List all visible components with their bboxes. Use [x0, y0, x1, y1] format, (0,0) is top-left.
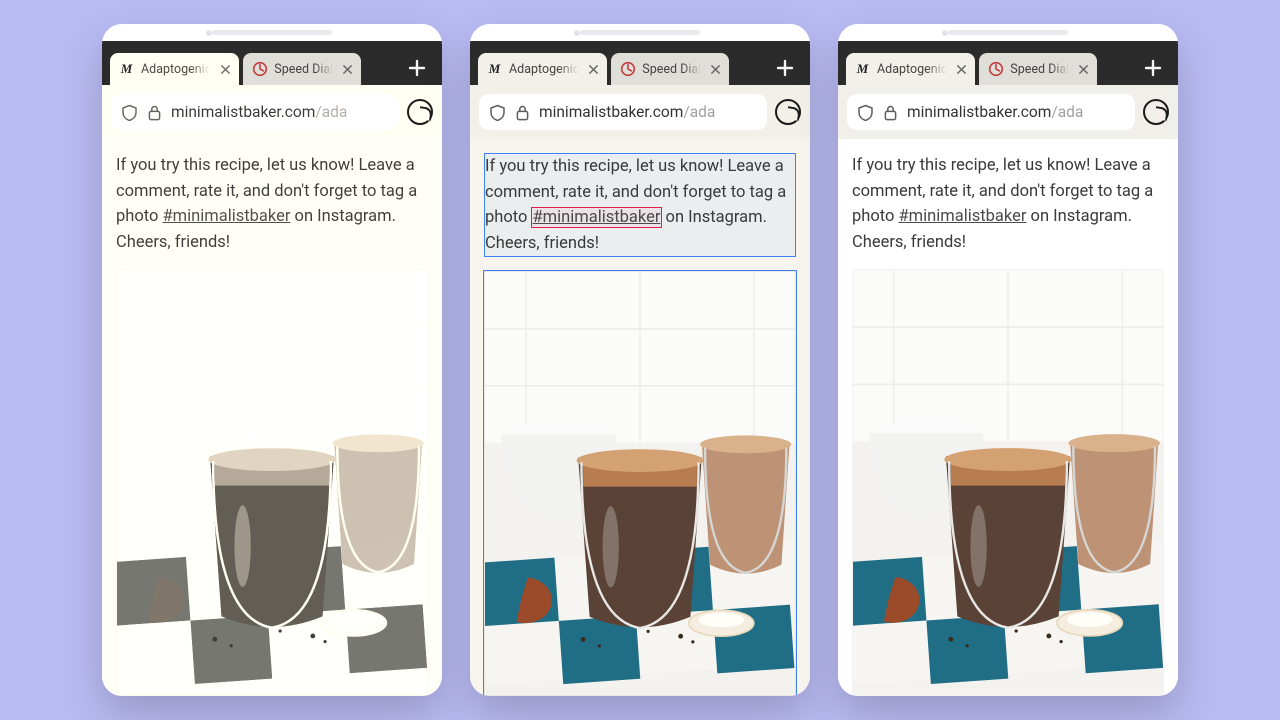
lock-icon: [514, 104, 531, 121]
article-hero-image: [484, 271, 796, 696]
url-path: /ada: [1051, 103, 1083, 121]
new-tab-button[interactable]: [400, 51, 434, 85]
hashtag-link[interactable]: #minimalistbaker: [163, 207, 291, 226]
url-text: minimalistbaker.com/ada: [907, 103, 1125, 121]
close-tab-button[interactable]: [585, 61, 601, 77]
tab-speed-dial[interactable]: Speed Dial: [243, 53, 361, 85]
shield-icon: [857, 104, 874, 121]
tab-speed-dial[interactable]: Speed Dial: [979, 53, 1097, 85]
close-tab-button[interactable]: [707, 61, 723, 77]
lock-icon: [882, 104, 899, 121]
device-statusbar: [102, 24, 442, 41]
url-path: /ada: [315, 103, 347, 121]
tab-label: Speed Dial: [274, 62, 333, 77]
article-paragraph: If you try this recipe, let us know! Lea…: [852, 153, 1164, 255]
article-hero-image: [116, 269, 428, 696]
hashtag-link[interactable]: #minimalistbaker: [899, 207, 1027, 226]
new-tab-button[interactable]: [768, 51, 802, 85]
shield-icon: [121, 104, 138, 121]
tab-label: Speed Dial: [1010, 62, 1069, 77]
tab-label: Adaptogenic: [509, 62, 579, 77]
tab-label: Adaptogenic: [141, 62, 211, 77]
url-host: minimalistbaker.com: [539, 103, 683, 121]
tab-strip: M Adaptogenic Speed Dial: [470, 49, 810, 85]
article-hero-image: [852, 269, 1164, 696]
new-tab-button[interactable]: [1136, 51, 1170, 85]
address-bar[interactable]: minimalistbaker.com/ada: [847, 94, 1135, 130]
page-viewport[interactable]: If you try this recipe, let us know! Lea…: [102, 139, 442, 696]
close-tab-button[interactable]: [217, 61, 233, 77]
site-favicon-icon: M: [486, 61, 503, 78]
article-paragraph: If you try this recipe, let us know! Lea…: [484, 153, 796, 257]
url-path: /ada: [683, 103, 715, 121]
tab-strip: M Adaptogenic Speed Dial: [838, 49, 1178, 85]
clock-icon: [619, 61, 636, 78]
url-host: minimalistbaker.com: [907, 103, 1051, 121]
clock-icon: [251, 61, 268, 78]
address-bar[interactable]: minimalistbaker.com/ada: [479, 94, 767, 130]
tab-label: Adaptogenic: [877, 62, 947, 77]
tab-label: Speed Dial: [642, 62, 701, 77]
clock-icon: [987, 61, 1004, 78]
device-statusbar: [470, 24, 810, 41]
url-host: minimalistbaker.com: [171, 103, 315, 121]
browser-menu-button[interactable]: [775, 99, 801, 125]
lock-icon: [146, 104, 163, 121]
tab-speed-dial[interactable]: Speed Dial: [611, 53, 729, 85]
page-viewport[interactable]: If you try this recipe, let us know! Lea…: [470, 139, 810, 696]
browser-chrome: M Adaptogenic Speed Dial: [838, 41, 1178, 139]
url-text: minimalistbaker.com/ada: [539, 103, 757, 121]
tab-site[interactable]: M Adaptogenic: [478, 53, 607, 85]
tab-site[interactable]: M Adaptogenic: [110, 53, 239, 85]
site-favicon-icon: M: [118, 61, 135, 78]
url-text: minimalistbaker.com/ada: [171, 103, 389, 121]
page-viewport[interactable]: If you try this recipe, let us know! Lea…: [838, 139, 1178, 696]
device-statusbar: [838, 24, 1178, 41]
hashtag-link[interactable]: #minimalistbaker: [532, 208, 662, 227]
browser-menu-button[interactable]: [1143, 99, 1169, 125]
address-bar[interactable]: minimalistbaker.com/ada: [111, 94, 399, 130]
browser-chrome: M Adaptogenic Speed Dial: [470, 41, 810, 139]
close-tab-button[interactable]: [339, 61, 355, 77]
article-paragraph: If you try this recipe, let us know! Lea…: [116, 153, 428, 255]
close-tab-button[interactable]: [1075, 61, 1091, 77]
browser-menu-button[interactable]: [407, 99, 433, 125]
tab-strip: M Adaptogenic Speed Dial: [102, 49, 442, 85]
shield-icon: [489, 104, 506, 121]
close-tab-button[interactable]: [953, 61, 969, 77]
site-favicon-icon: M: [854, 61, 871, 78]
tab-site[interactable]: M Adaptogenic: [846, 53, 975, 85]
browser-chrome: M Adaptogenic Speed Dial: [102, 41, 442, 139]
